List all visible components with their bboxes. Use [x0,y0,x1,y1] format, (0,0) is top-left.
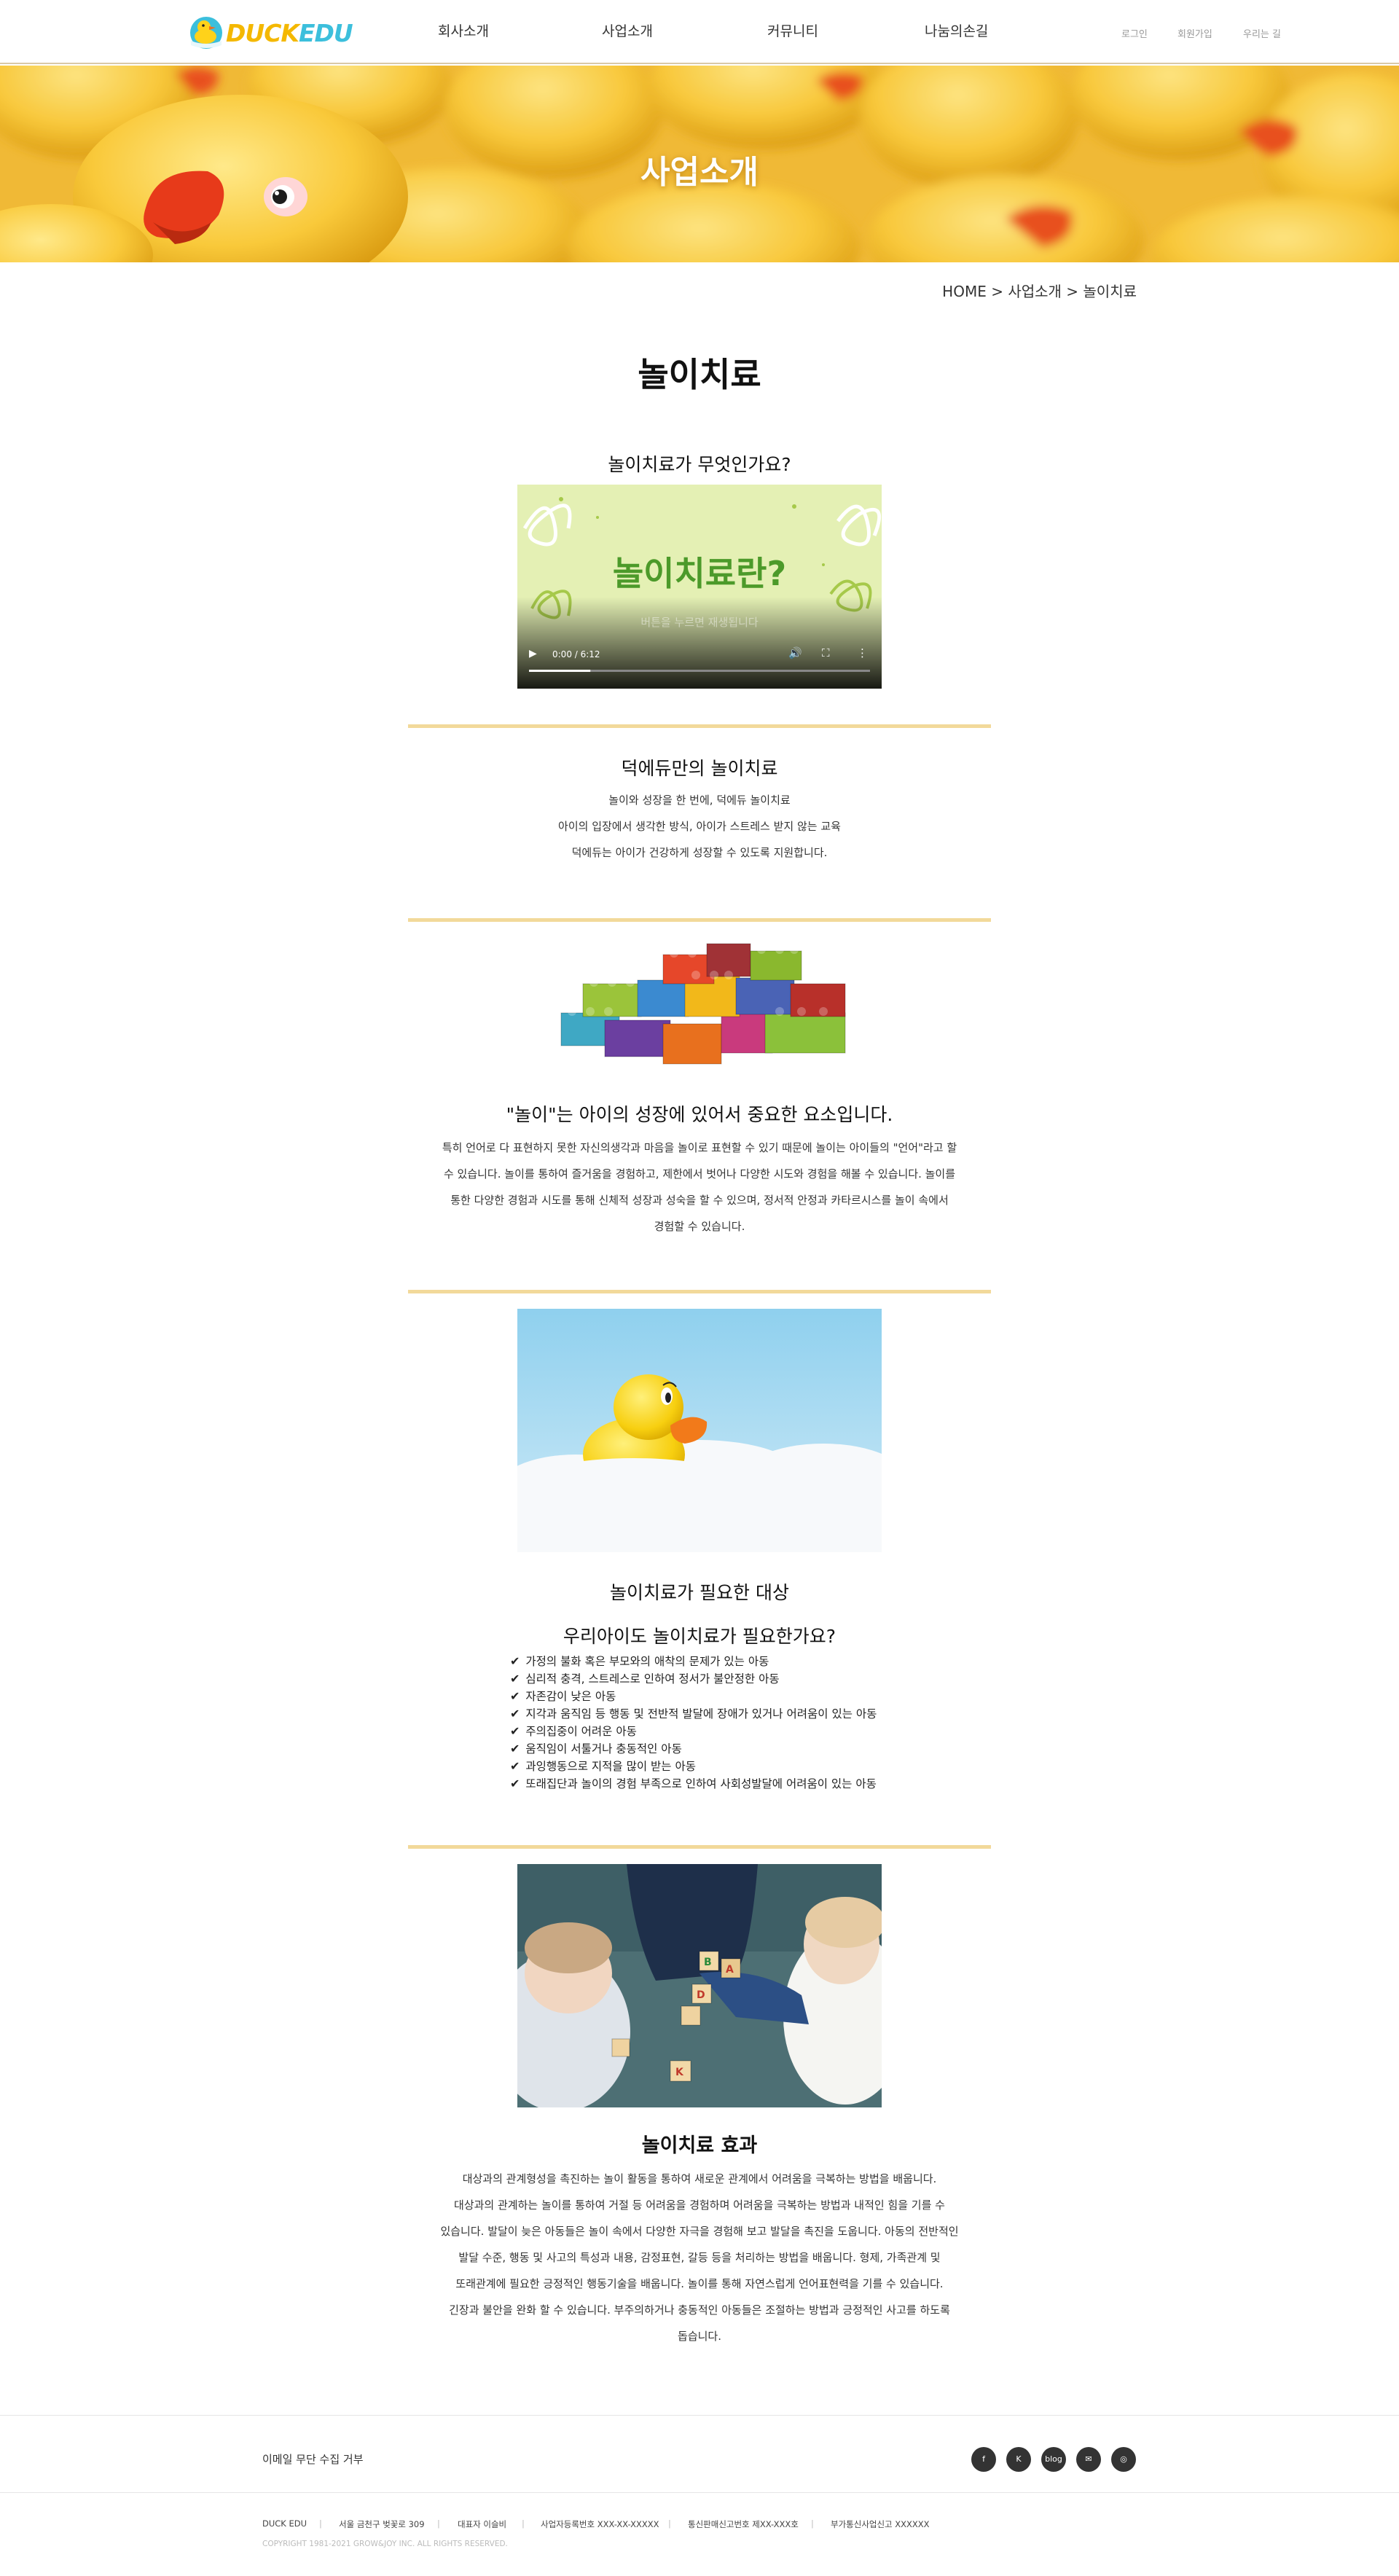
checklist-item: 가정의 불화 혹은 부모와의 애착의 문제가 있는 아동 [510,1653,877,1670]
footer-business-number: 사업자등록번호 XXX-XX-XXXXX [541,2519,659,2529]
nav-community[interactable]: 커뮤니티 [767,20,818,40]
nav-business[interactable]: 사업소개 [602,20,653,40]
checklist-item: 과잉행동으로 지적을 많이 받는 아동 [510,1758,877,1775]
video-time: 0:00 / 6:12 [552,649,600,659]
duck-logo-icon [190,17,222,49]
volume-icon[interactable]: 🔊 [788,646,802,659]
toy-blocks-illustration [517,933,882,1071]
footer-separator: | [522,2518,525,2529]
play-icon[interactable]: ▶ [529,648,537,659]
section-effect-title: 놀이치료 효과 [641,2134,758,2157]
hero-title: 사업소개 [640,154,759,191]
footer-company: DUCK EDU [262,2518,307,2529]
breadcrumb: HOME > 사업소개 > 놀이치료 [942,283,1137,300]
fullscreen-icon[interactable]: ⛶ [822,646,830,659]
footer-ceo: 대표자 이슬비 [458,2519,507,2529]
login-link[interactable]: 로그인 [1121,26,1148,40]
section-what-title: 놀이치료가 무엇인가요? [608,454,791,475]
email-icon[interactable]: ✉ [1076,2447,1101,2472]
section-divider [408,1845,991,1849]
video-player[interactable]: 놀이치료란? 버튼을 누르면 재생됩니다 ▶ 0:00 / 6:12 🔊 ⛶ ⋮ [517,485,882,689]
svg-text:K: K [675,2067,684,2078]
logo-text: DUCKEDU [226,19,353,47]
footer-telecom-number: 부가통신사업신고 XXXXXX [831,2519,930,2529]
section-effect-text: 대상과의 관계형성을 촉진하는 놀이 활동을 통하여 새로운 관계에서 어려움을… [440,2172,959,2343]
email-refusal-link[interactable]: 이메일 무단 수집 거부 [262,2451,364,2467]
nav-company[interactable]: 회사소개 [438,20,489,40]
svg-text:A: A [726,1964,734,1976]
section-divider [408,724,991,728]
more-options-icon[interactable]: ⋮ [857,646,868,659]
kids-blocks-photo: B A D K [517,1864,882,2107]
svg-text:D: D [697,1989,705,2001]
footer-separator: | [668,2518,671,2529]
checklist-item: 지각과 움직임 등 행동 및 전반적 발달에 장애가 있거나 어려움이 있는 아… [510,1705,877,1723]
site-header: DUCKEDU 회사소개 사업소개 커뮤니티 나눔의손길 로그인 회원가입 우리… [0,0,1399,64]
section-duckedu-text: 놀이와 성장을 한 번에, 덕에듀 놀이치료 아이의 입장에서 생각한 방식, … [558,794,841,859]
checklist-item: 움직임이 서툴거나 충동적인 아동 [510,1740,877,1758]
footer-top-border [0,2415,1399,2416]
footer-separator: | [811,2518,814,2529]
checklist-item: 심리적 충격, 스트레스로 인하여 정서가 불안정한 아동 [510,1670,877,1688]
checklist-item: 자존감이 낮은 아동 [510,1688,877,1705]
page-title: 놀이치료 [638,355,761,394]
kakao-icon[interactable]: K [1006,2447,1031,2472]
rubber-duck-photo [517,1309,882,1552]
checklist-item: 또래집단과 놀이의 경험 부족으로 인하여 사회성발달에 어려움이 있는 아동 [510,1775,877,1793]
footer-ecommerce-number: 통신판매신고번호 제XX-XXX호 [688,2519,799,2529]
footer-mid-border [0,2492,1399,2493]
section-importance-title: "놀이"는 아이의 성장에 있어서 중요한 요소입니다. [506,1104,893,1125]
logo[interactable]: DUCKEDU [188,13,353,51]
target-checklist: 가정의 불화 혹은 부모와의 애착의 문제가 있는 아동 심리적 충격, 스트레… [510,1653,877,1793]
facebook-icon[interactable]: f [971,2447,996,2472]
section-divider [408,1290,991,1293]
instagram-icon[interactable]: ◎ [1111,2447,1136,2472]
section-target-title: 놀이치료가 필요한 대상 [610,1582,789,1603]
footer-address: 서울 금천구 벚꽃로 309 [339,2519,425,2529]
video-hint: 버튼을 누르면 재생됩니다 [640,616,759,629]
lego-blocks-image [517,933,882,1071]
video-progress-fill [529,670,591,672]
footer-separator: | [437,2518,440,2529]
nav-donation[interactable]: 나눔의손길 [925,20,988,40]
svg-text:B: B [704,1957,712,1968]
video-title: 놀이치료란? [612,554,787,593]
children-playing-image: B A D K [517,1864,882,2107]
rubber-duck-bath-image [517,1309,882,1552]
section-duckedu-title: 덕에듀만의 놀이치료 [621,758,778,779]
footer-separator: | [319,2518,322,2529]
hero-banner: 사업소개 [0,66,1399,262]
directions-link[interactable]: 우리는 길 [1243,26,1281,40]
copyright: COPYRIGHT 1981-2021 GROW&JOY INC. ALL RI… [262,2540,508,2548]
signup-link[interactable]: 회원가입 [1177,26,1212,40]
blog-icon[interactable]: blog [1041,2447,1066,2472]
checklist-item: 주의집중이 어려운 아동 [510,1723,877,1740]
section-importance-text: 특히 언어로 다 표현하지 못한 자신의생각과 마음을 놀이로 표현할 수 있기… [442,1141,957,1233]
section-target-subtitle: 우리아이도 놀이치료가 필요한가요? [563,1626,836,1647]
section-divider [408,918,991,922]
